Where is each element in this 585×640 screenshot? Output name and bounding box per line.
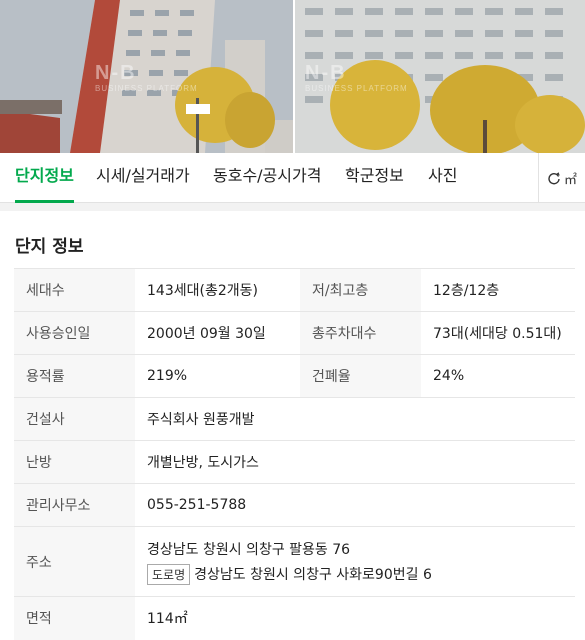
table-row: 주소 경상남도 창원시 의창구 팔용동 76 도로명 경상남도 창원시 의창구 사… <box>14 526 575 597</box>
area-label: 면적 <box>14 596 135 640</box>
detail-tabs: 단지정보 시세/실거래가 동호수/공시가격 학군정보 사진 ㎡ <box>0 153 585 203</box>
road-name-badge: 도로명 <box>147 563 191 585</box>
floor-area-ratio-value: 219% <box>135 354 300 398</box>
parking-label: 총주차대수 <box>300 311 421 355</box>
building-coverage-label: 건폐율 <box>300 354 421 398</box>
complex-photo-right[interactable]: N-B BUSINESS PLATFORM <box>293 0 585 153</box>
office-label: 관리사무소 <box>14 483 135 527</box>
address-road: 경상남도 창원시 의창구 사화로90번길 6 <box>194 566 432 583</box>
address-cell: 경상남도 창원시 의창구 팔용동 76 도로명 경상남도 창원시 의창구 사화로9… <box>135 526 575 597</box>
complex-photo-left[interactable]: N-B BUSINESS PLATFORM <box>0 0 293 153</box>
complex-info-table: 세대수 143세대(총2개동) 저/최고층 12층/12층 사용승인일 2000… <box>14 268 575 640</box>
unit-toggle-button[interactable]: ㎡ <box>538 153 585 203</box>
approval-date-label: 사용승인일 <box>14 311 135 355</box>
photo-gallery: N-B BUSINESS PLATFORM N-B BUSINESS PLATF… <box>0 0 585 153</box>
tab-price[interactable]: 시세/실거래가 <box>96 153 190 203</box>
table-row: 용적률 219% 건폐율 24% <box>14 354 575 398</box>
watermark-text: BUSINESS PLATFORM <box>305 84 408 93</box>
table-row: 사용승인일 2000년 09월 30일 총주차대수 73대(세대당 0.51대) <box>14 311 575 355</box>
table-row: 관리사무소 055-251-5788 <box>14 483 575 527</box>
floors-value: 12층/12층 <box>421 268 575 312</box>
address-jibun: 경상남도 창원시 의창구 팔용동 76 <box>147 541 351 558</box>
area-value: 114㎡ <box>135 596 575 640</box>
address-label: 주소 <box>14 526 135 597</box>
builder-value: 주식회사 원풍개발 <box>135 397 575 441</box>
address-road-line: 도로명 경상남도 창원시 의창구 사화로90번길 6 <box>147 563 575 585</box>
builder-label: 건설사 <box>14 397 135 441</box>
table-row: 세대수 143세대(총2개동) 저/최고층 12층/12층 <box>14 268 575 312</box>
watermark-logo: N-B <box>305 62 347 84</box>
floor-area-ratio-label: 용적률 <box>14 354 135 398</box>
heating-value: 개별난방, 도시가스 <box>135 440 575 484</box>
section-title: 단지 정보 <box>15 237 84 257</box>
table-row: 건설사 주식회사 원풍개발 <box>14 397 575 441</box>
tab-units[interactable]: 동호수/공시가격 <box>213 153 321 203</box>
approval-date-value: 2000년 09월 30일 <box>135 311 300 355</box>
watermark-logo: N-B <box>95 62 137 84</box>
parking-value: 73대(세대당 0.51대) <box>421 311 575 355</box>
tab-school[interactable]: 학군정보 <box>345 153 404 203</box>
refresh-icon <box>548 172 560 185</box>
building-photo-illustration <box>0 0 293 153</box>
table-row: 면적 114㎡ <box>14 596 575 640</box>
watermark-text: BUSINESS PLATFORM <box>95 84 198 93</box>
unit-label: ㎡ <box>563 172 577 188</box>
tab-complex-info[interactable]: 단지정보 <box>15 153 74 203</box>
building-coverage-value: 24% <box>421 354 575 398</box>
tab-photos[interactable]: 사진 <box>428 153 457 203</box>
section-divider <box>0 203 585 211</box>
households-label: 세대수 <box>14 268 135 312</box>
heating-label: 난방 <box>14 440 135 484</box>
office-phone[interactable]: 055-251-5788 <box>135 483 575 527</box>
households-value: 143세대(총2개동) <box>135 268 300 312</box>
floors-label: 저/최고층 <box>300 268 421 312</box>
table-row: 난방 개별난방, 도시가스 <box>14 440 575 484</box>
